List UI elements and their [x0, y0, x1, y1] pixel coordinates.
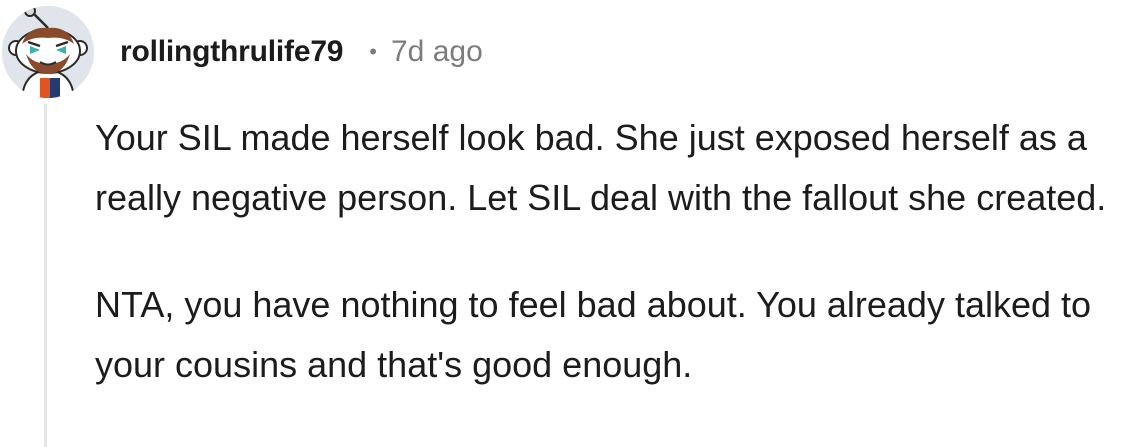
comment-timestamp[interactable]: 7d ago — [391, 35, 483, 69]
comment: rollingthrulife79 • 7d ago Your SIL made… — [0, 0, 1128, 447]
username-link[interactable]: rollingthrulife79 — [120, 35, 343, 69]
meta-separator: • — [369, 39, 377, 64]
reddit-snoo-avatar-icon — [2, 6, 94, 98]
avatar[interactable] — [2, 6, 94, 98]
thread-collapse-line[interactable] — [44, 104, 47, 447]
comment-header: rollingthrulife79 • 7d ago — [120, 30, 483, 74]
comment-paragraph-2: NTA, you have nothing to feel bad about.… — [95, 284, 1092, 385]
comment-paragraph-1: Your SIL made herself look bad. She just… — [95, 117, 1107, 218]
comment-body: Your SIL made herself look bad. She just… — [95, 108, 1120, 442]
